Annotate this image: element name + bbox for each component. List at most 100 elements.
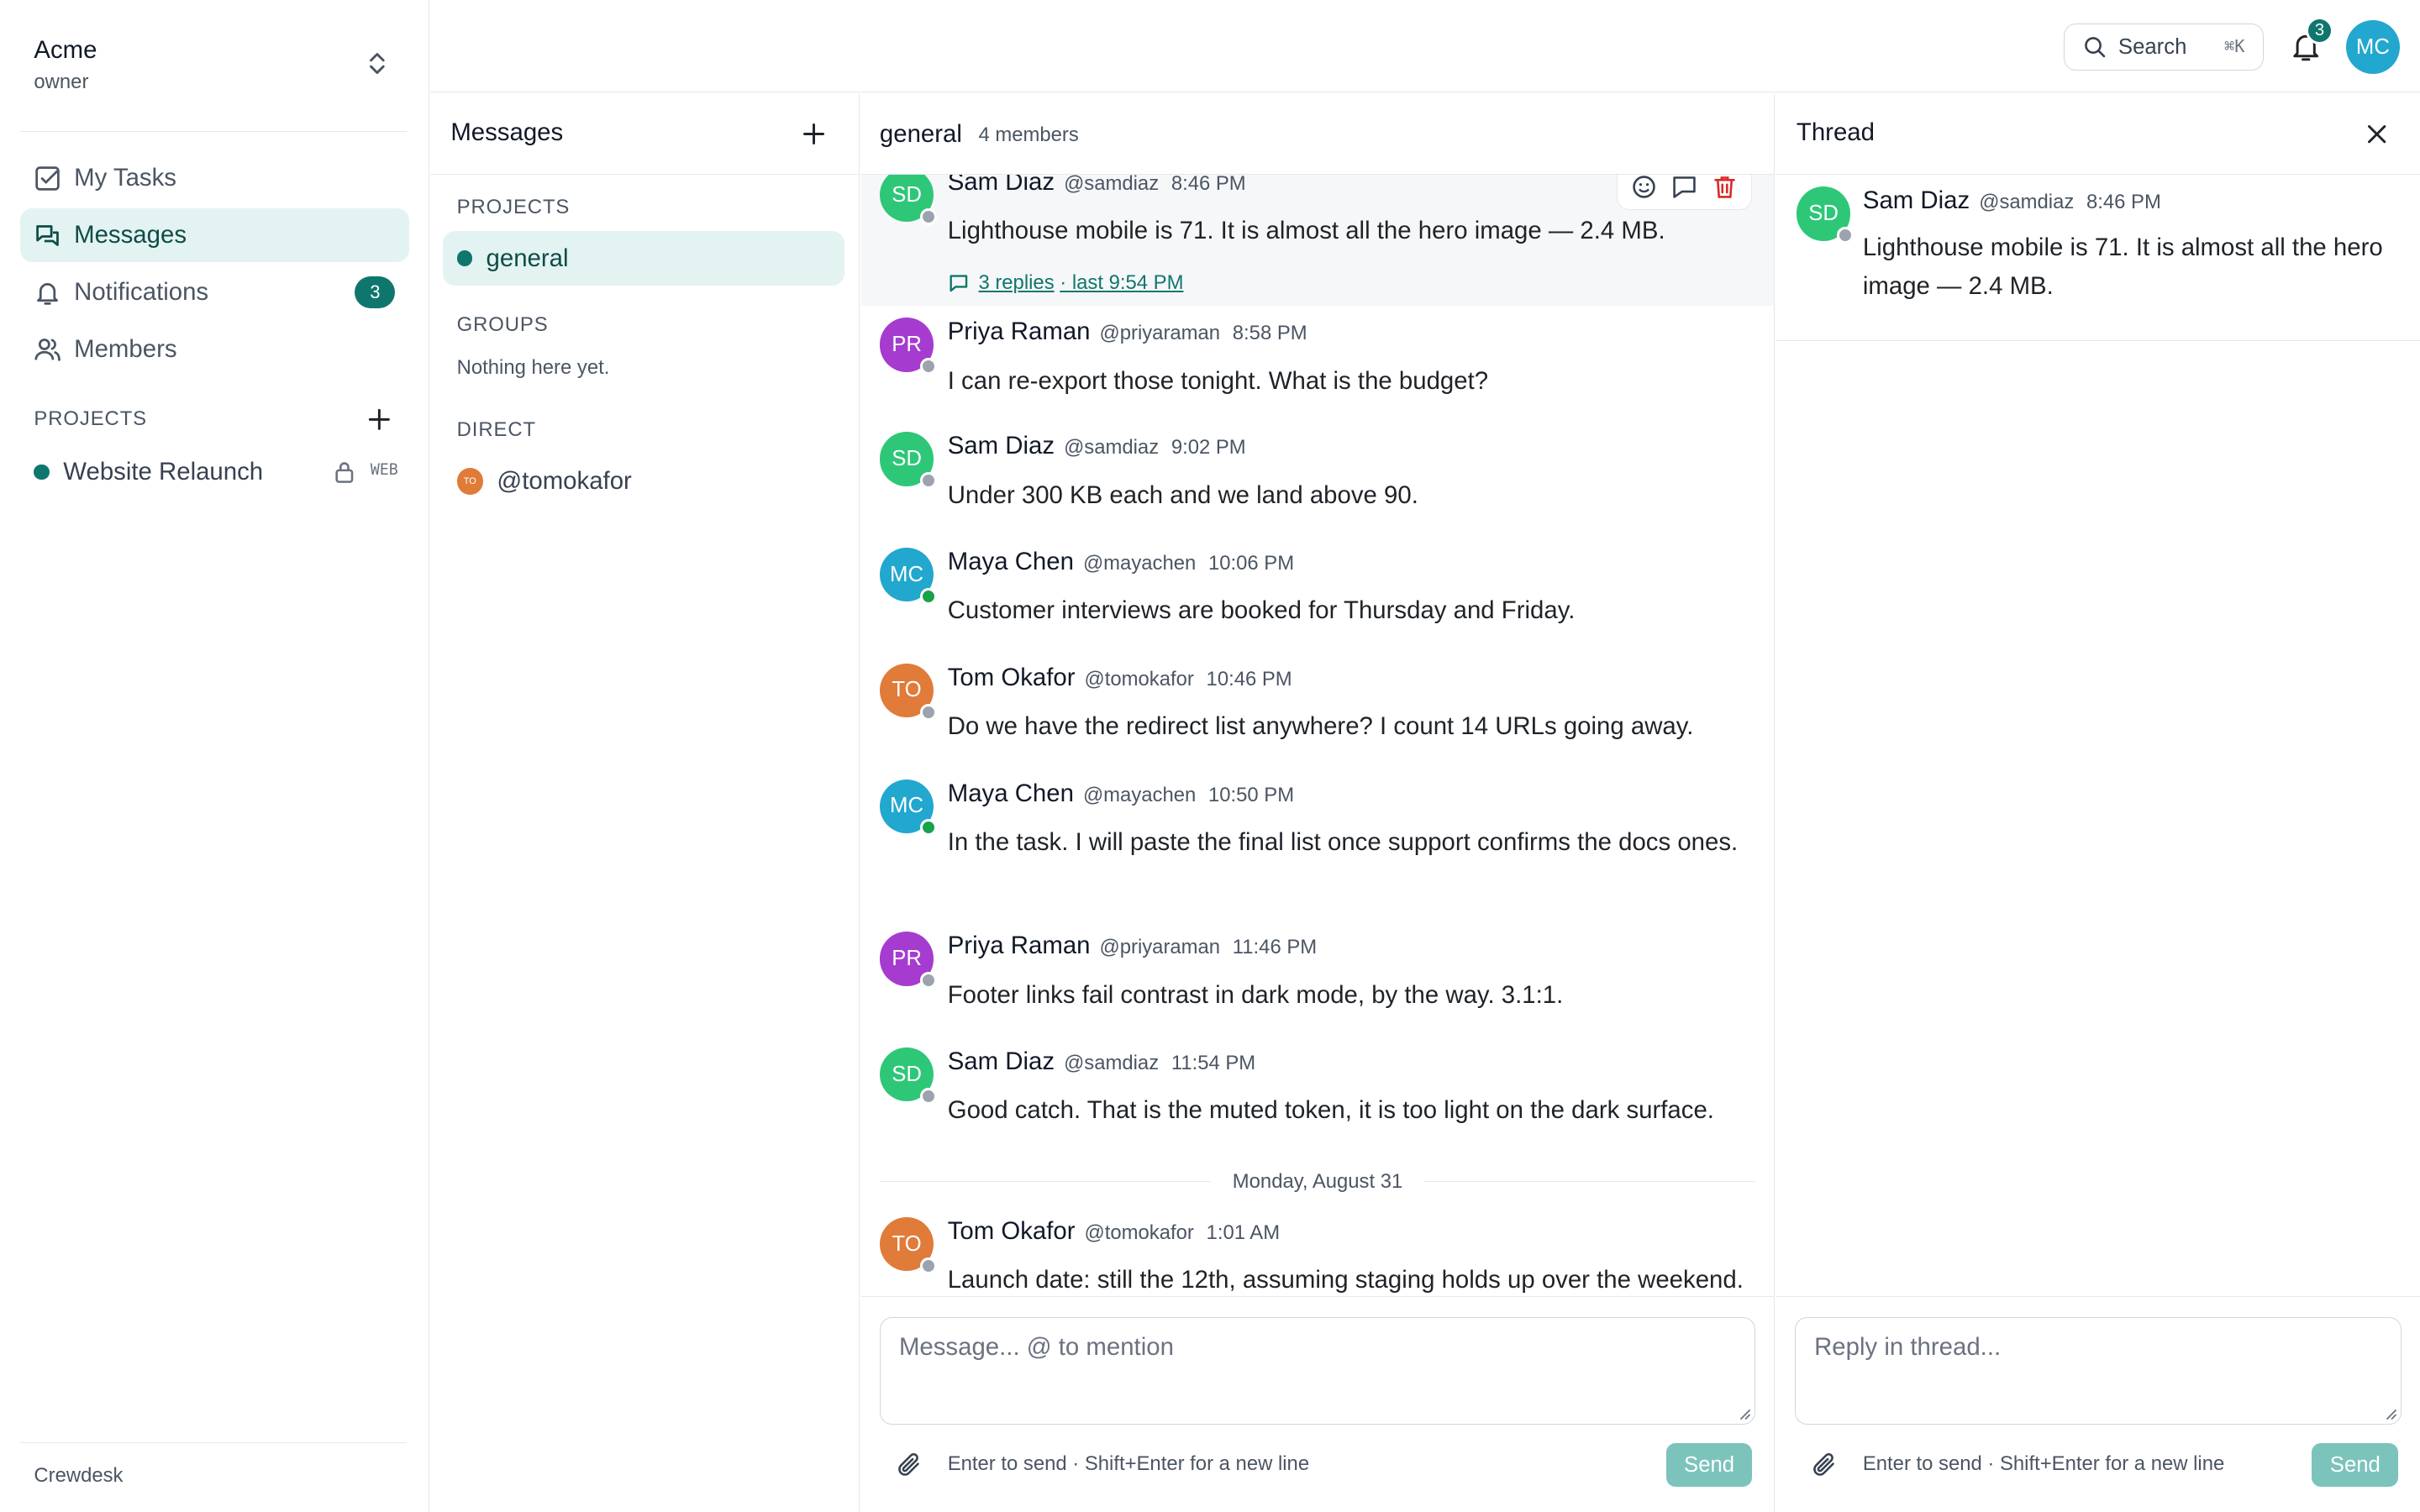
- attach-icon[interactable]: [1810, 1451, 1838, 1478]
- avatar[interactable]: TO: [879, 663, 937, 721]
- project-name: Website Relaunch: [63, 458, 264, 486]
- message-input[interactable]: Message... @ to mention: [879, 1316, 1756, 1425]
- message-header: Maya Chen @mayachen 10:50 PM: [947, 779, 1295, 807]
- channel-pane: general 4 members SD Sam Diaz @samdiaz 8:4…: [860, 94, 1776, 1512]
- attach-icon[interactable]: [895, 1451, 923, 1478]
- app-window: Acme owner My Tasks Messages Notificatio…: [0, 0, 2420, 1512]
- message-actions: [1616, 174, 1753, 210]
- notifications-badge: 3: [355, 276, 396, 309]
- avatar[interactable]: MC: [879, 779, 937, 837]
- add-project-icon[interactable]: [364, 404, 395, 435]
- message-header: Tom Okafor @tomokafor 1:01 AM: [947, 1217, 1281, 1246]
- reply-in-thread-icon[interactable]: [1670, 175, 1698, 201]
- channel-item-general[interactable]: general: [443, 231, 844, 286]
- thread-replies-link[interactable]: 3 replies · last 9:54 PM: [948, 271, 1184, 295]
- dm-item-tomokafor[interactable]: TO @tomokafor: [456, 465, 632, 498]
- message-text: Lighthouse mobile is 71. It is almost al…: [947, 217, 1665, 245]
- emoji-icon[interactable]: [1630, 175, 1658, 201]
- thread-composer: Reply in thread... Enter to send · Shift…: [1776, 1295, 2420, 1512]
- composer-hint: Enter to send · Shift+Enter for a new li…: [1862, 1452, 2225, 1476]
- message-item[interactable]: MC Maya Chen @mayachen 10:50 PM In the tas…: [861, 779, 1774, 926]
- avatar[interactable]: TO: [879, 1217, 937, 1275]
- channel-name: general: [486, 244, 569, 272]
- project-color-dot: [34, 464, 50, 480]
- avatar[interactable]: SD: [879, 1047, 937, 1105]
- top-bar: Search ⌘K 3 MC: [430, 0, 2420, 93]
- thread-parent-message[interactable]: SD Sam Diaz @samdiaz 8:46 PM Lighthouse mo…: [1776, 175, 2420, 341]
- thread-reply-input[interactable]: Reply in thread...: [1795, 1316, 2402, 1425]
- message-item[interactable]: SD Sam Diaz @samdiaz 8:46 PM Lighthouse mo…: [860, 174, 1775, 306]
- direct-label: DIRECT: [456, 417, 536, 441]
- projects-section-label: PROJECTS: [34, 407, 148, 430]
- groups-empty-text: Nothing here yet.: [456, 356, 610, 380]
- project-tag: WEB: [370, 461, 398, 480]
- sidebar: Acme owner My Tasks Messages Notificatio…: [0, 0, 429, 1512]
- message-input-placeholder: Message... @ to mention: [898, 1333, 1174, 1362]
- send-button[interactable]: Send: [1665, 1443, 1753, 1487]
- message-item[interactable]: TO Tom Okafor @tomokafor 10:46 PM Do we ha…: [861, 663, 1774, 772]
- day-separator-label: Monday, August 31: [1232, 1169, 1403, 1193]
- avatar[interactable]: SD: [1796, 186, 1854, 244]
- resize-grip-icon[interactable]: [1736, 1405, 1751, 1420]
- avatar[interactable]: PR: [879, 318, 937, 375]
- app-brand: Crewdesk: [34, 1464, 124, 1488]
- member-count[interactable]: 4 members: [978, 123, 1078, 147]
- messages-list-pane: Messages PROJECTS general GROUPS Nothing…: [430, 94, 860, 1512]
- author-name: Sam Diaz: [947, 174, 1055, 197]
- thread-send-button[interactable]: Send: [2312, 1443, 2399, 1487]
- chat-icon: [36, 224, 60, 246]
- notification-count-badge: 3: [2306, 17, 2334, 45]
- resize-grip-icon[interactable]: [2382, 1405, 2397, 1420]
- nav-label: Notifications: [74, 278, 209, 307]
- users-icon: [34, 339, 61, 362]
- search-icon: [2084, 37, 2105, 58]
- message-text: Lighthouse mobile is 71. It is almost al…: [1862, 233, 2383, 300]
- day-separator: Monday, August 31: [879, 1167, 1756, 1198]
- search-button[interactable]: Search ⌘K: [2063, 23, 2265, 71]
- nav-label: Messages: [74, 221, 187, 249]
- new-conversation-icon[interactable]: [800, 120, 828, 148]
- message-header: Maya Chen @mayachen 10:06 PM: [947, 548, 1295, 575]
- avatar[interactable]: SD: [879, 432, 937, 490]
- message-item[interactable]: SD Sam Diaz @samdiaz 11:54 PM Good catch. …: [861, 1047, 1774, 1156]
- lock-icon: [335, 462, 354, 484]
- message-item[interactable]: PR Priya Raman @priyaraman 11:46 PM Footer…: [861, 932, 1774, 1040]
- message-item[interactable]: TO Tom Okafor @tomokafor 1:01 AM Launch da…: [861, 1217, 1774, 1296]
- reply-count: 3 replies: [978, 271, 1055, 295]
- message-item[interactable]: SD Sam Diaz @samdiaz 9:02 PM Under 300 KB …: [861, 432, 1774, 540]
- messages-pane-title: Messages: [450, 118, 564, 147]
- message-text: Customer interviews are booked for Thurs…: [947, 596, 1576, 625]
- search-label: Search: [2118, 34, 2187, 59]
- thread-header: Thread: [1776, 94, 2420, 175]
- trash-icon[interactable]: [1711, 175, 1739, 201]
- user-avatar[interactable]: MC: [2345, 19, 2401, 75]
- nav-my-tasks[interactable]: My Tasks: [20, 151, 409, 205]
- close-icon[interactable]: [2365, 122, 2389, 146]
- nav-label: My Tasks: [74, 164, 176, 192]
- groups-label: GROUPS: [456, 312, 549, 336]
- nav-messages[interactable]: Messages: [19, 207, 409, 263]
- avatar[interactable]: SD: [879, 174, 937, 226]
- sidebar-footer-divider: [19, 1442, 407, 1443]
- message-text: Under 300 KB each and we land above 90.: [947, 480, 1418, 509]
- workspace-switcher[interactable]: Acme owner: [34, 34, 403, 95]
- nav-notifications[interactable]: Notifications 3: [20, 265, 409, 319]
- message-text: Good catch. That is the muted token, it …: [947, 1096, 1714, 1125]
- nav-members[interactable]: Members: [20, 323, 409, 376]
- avatar[interactable]: PR: [879, 932, 937, 990]
- sidebar-divider: [19, 131, 407, 132]
- message-item[interactable]: MC Maya Chen @mayachen 10:06 PM Customer i…: [861, 548, 1774, 656]
- reply-bubble-icon: [950, 275, 967, 292]
- channel-title: general: [879, 120, 962, 149]
- bell-icon: [37, 282, 59, 305]
- author-handle: @samdiaz: [1064, 174, 1160, 196]
- message-text: Footer links fail contrast in dark mode,…: [947, 980, 1564, 1009]
- message-item[interactable]: PR Priya Raman @priyaraman 8:58 PM I can r…: [861, 318, 1774, 426]
- sidebar-project-website-relaunch[interactable]: Website Relaunch WEB: [34, 455, 398, 489]
- message-feed[interactable]: SD Sam Diaz @samdiaz 8:46 PM Lighthouse mo…: [860, 174, 1775, 1296]
- channel-header: general 4 members: [860, 94, 1775, 175]
- composer-hint: Enter to send · Shift+Enter for a new li…: [947, 1452, 1310, 1476]
- avatar[interactable]: MC: [879, 548, 937, 605]
- reply-last: · last 9:54 PM: [1060, 271, 1184, 295]
- dm-handle: @tomokafor: [497, 467, 632, 496]
